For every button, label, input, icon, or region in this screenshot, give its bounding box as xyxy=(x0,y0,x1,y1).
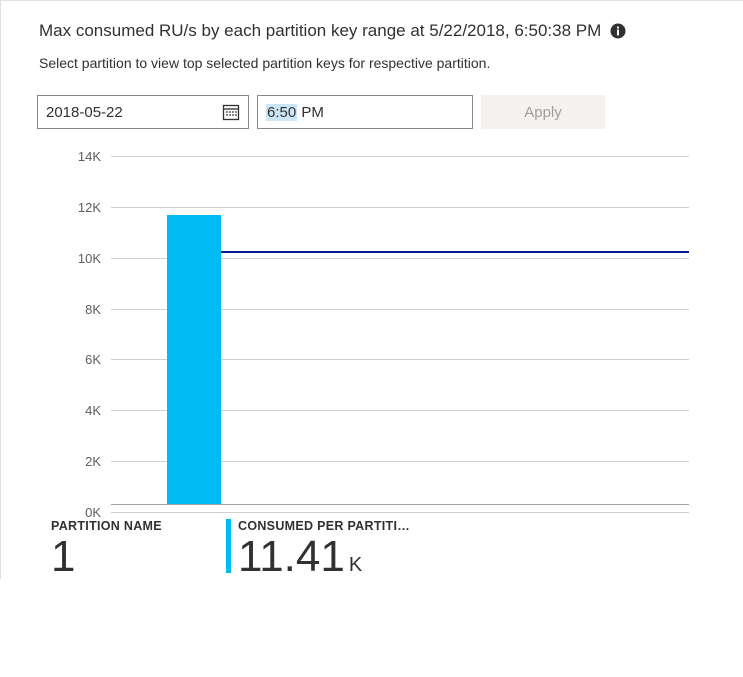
chart-container: 14K12K10K8K6K4K2K0K xyxy=(1,129,743,511)
plot-area xyxy=(111,149,689,511)
y-tick-label: 6K xyxy=(41,352,111,367)
metric-label: PARTITION NAME xyxy=(51,519,226,533)
controls-row: 2018-05-22 6:50 PM Apply xyxy=(1,71,743,129)
y-tick-label: 0K xyxy=(41,505,111,520)
date-value: 2018-05-22 xyxy=(38,104,214,121)
header: Max consumed RU/s by each partition key … xyxy=(1,21,743,41)
metric-value: 1 xyxy=(51,535,226,579)
y-tick-label: 10K xyxy=(41,251,111,266)
bar-chart[interactable]: 14K12K10K8K6K4K2K0K xyxy=(41,149,729,511)
y-tick-label: 2K xyxy=(41,454,111,469)
apply-button[interactable]: Apply xyxy=(481,95,605,129)
y-tick-label: 8K xyxy=(41,302,111,317)
metrics-row: PARTITION NAME 1 CONSUMED PER PARTITI… 1… xyxy=(1,511,743,579)
metrics-panel: Max consumed RU/s by each partition key … xyxy=(0,0,743,579)
panel-title: Max consumed RU/s by each partition key … xyxy=(39,21,601,41)
date-input[interactable]: 2018-05-22 xyxy=(37,95,249,129)
gridline xyxy=(111,512,689,513)
time-value: 6:50 PM xyxy=(258,104,332,121)
metric-partition-name[interactable]: PARTITION NAME 1 xyxy=(51,519,226,579)
info-icon[interactable] xyxy=(609,22,627,40)
metric-consumed[interactable]: CONSUMED PER PARTITI… 11.41K xyxy=(226,519,410,579)
y-tick-label: 12K xyxy=(41,200,111,215)
y-tick-label: 14K xyxy=(41,149,111,164)
metric-value: 11.41K xyxy=(238,535,410,579)
x-axis-line xyxy=(111,504,689,505)
y-tick-label: 4K xyxy=(41,403,111,418)
bar[interactable] xyxy=(167,215,221,505)
calendar-icon[interactable] xyxy=(214,96,248,128)
threshold-line xyxy=(221,251,689,254)
panel-subtitle: Select partition to view top selected pa… xyxy=(1,41,743,71)
time-input[interactable]: 6:50 PM xyxy=(257,95,473,129)
metric-label: CONSUMED PER PARTITI… xyxy=(238,519,410,533)
